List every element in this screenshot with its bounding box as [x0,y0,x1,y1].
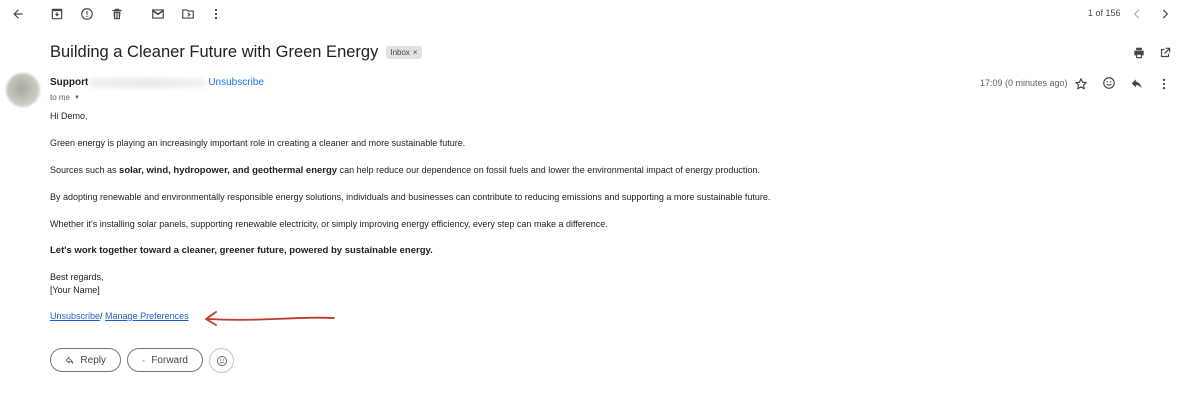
sender-avatar[interactable] [6,73,40,107]
inbox-label-text: Inbox [390,48,410,57]
delete-icon[interactable] [107,4,127,24]
reply-button[interactable]: Reply [50,348,121,372]
back-arrow-icon[interactable] [8,4,28,24]
p2-bold: solar, wind, hydropower, and geothermal … [119,165,338,176]
caret-down-icon: ▼ [74,94,80,101]
reply-arrow-icon [65,356,74,364]
inbox-label-badge: Inbox × [386,46,422,59]
sender-email-redacted [90,77,207,88]
recipient-dropdown[interactable]: to me ▼ [50,93,80,102]
move-to-icon[interactable] [178,4,198,24]
email-subject-row: Building a Cleaner Future with Green Ene… [50,43,422,62]
smiley-icon [216,355,227,366]
print-icon[interactable] [1130,44,1148,62]
recipient-text: to me [50,93,71,102]
archive-icon[interactable] [47,4,67,24]
body-paragraph-3: By adopting renewable and environmentall… [50,192,771,202]
more-vert-message-icon[interactable] [1155,75,1173,93]
more-vert-icon[interactable] [206,4,226,24]
emoji-reaction-button[interactable] [209,348,234,373]
email-timestamp: 17:09 (0 minutes ago) [980,78,1068,88]
p2-after: can help reduce our dependence on fossil… [337,165,760,175]
email-view: 1 of 156 Building a Cleaner Future with … [0,0,1200,413]
footer-links: Unsubscribe/ Manage Preferences [50,311,189,321]
body-paragraph-4: Whether it's installing solar panels, su… [50,219,608,229]
greeting: Hi Demo, [50,111,88,121]
signature: [Your Name] [50,285,100,295]
closing: Best regards, [50,272,104,282]
forward-button[interactable]: Forward [127,348,203,372]
body-paragraph-1: Green energy is playing an increasingly … [50,138,466,148]
annotation-arrow-icon [205,311,335,326]
body-paragraph-5: Let's work together toward a cleaner, gr… [50,245,433,256]
body-paragraph-2: Sources such as solar, wind, hydropower,… [50,165,760,176]
sender-line: Support Unsubscribe [50,77,264,88]
reply-button-label: Reply [80,354,106,366]
reply-icon[interactable] [1128,75,1146,93]
manage-preferences-link[interactable]: Manage Preferences [105,311,189,321]
mark-unread-icon[interactable] [148,4,168,24]
sender-name[interactable]: Support [50,77,88,88]
add-reaction-icon[interactable] [1100,74,1118,92]
forward-arrow-icon [142,358,146,362]
pager-count: 1 of 156 [1088,8,1121,18]
remove-label-close-icon[interactable]: × [413,48,418,57]
p2-before: Sources such as [50,165,120,175]
chevron-right-icon[interactable] [1155,4,1175,24]
forward-button-label: Forward [151,354,188,366]
sender-unsubscribe-link[interactable]: Unsubscribe [208,77,264,88]
star-icon[interactable] [1072,75,1090,93]
email-subject: Building a Cleaner Future with Green Ene… [50,43,379,61]
chevron-left-icon[interactable] [1127,4,1147,24]
email-toolbar: 1 of 156 [0,0,1200,28]
p5-bold: Let's work together toward a cleaner, gr… [50,245,433,256]
open-in-new-window-icon[interactable] [1156,44,1174,62]
unsubscribe-link[interactable]: Unsubscribe [50,311,100,321]
report-spam-icon[interactable] [77,4,97,24]
